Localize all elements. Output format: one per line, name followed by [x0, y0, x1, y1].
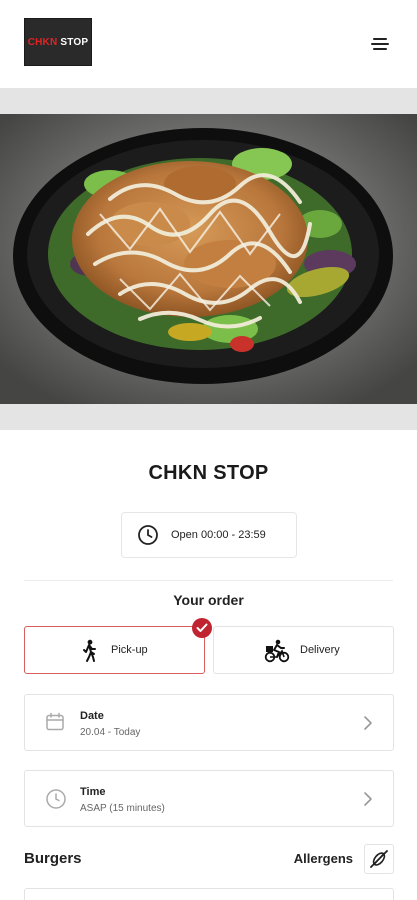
- time-value: ASAP (15 minutes): [80, 803, 165, 814]
- logo-text-chkn: CHKN: [27, 36, 58, 48]
- opening-hours-badge[interactable]: Open 00:00 - 23:59: [121, 512, 297, 558]
- app-header: CHKN STOP: [0, 0, 417, 88]
- time-label: Time: [80, 786, 106, 798]
- hero-banner: [0, 88, 417, 430]
- time-selector[interactable]: Time ASAP (15 minutes): [24, 770, 394, 827]
- clock-icon: [46, 789, 66, 809]
- brand-logo[interactable]: CHKN STOP: [24, 18, 92, 66]
- menu-item-card[interactable]: [24, 888, 394, 900]
- date-selector[interactable]: Date 20.04 - Today: [24, 694, 394, 751]
- logo-text-stop: STOP: [60, 36, 89, 48]
- salad-bowl-photo: [0, 114, 417, 404]
- menu-section-title: Burgers: [24, 850, 82, 867]
- hamburger-menu-icon[interactable]: [371, 36, 391, 52]
- clock-icon: [138, 525, 158, 545]
- bicycle-courier-icon: [264, 639, 290, 663]
- opening-hours-text: Open 00:00 - 23:59: [171, 529, 266, 541]
- walking-person-icon: [83, 639, 96, 662]
- calendar-icon: [46, 712, 64, 731]
- delivery-option-button[interactable]: Delivery: [213, 626, 394, 674]
- date-label: Date: [80, 710, 104, 722]
- pickup-label: Pick-up: [111, 644, 148, 656]
- restaurant-name: CHKN STOP: [148, 462, 269, 484]
- date-value: 20.04 - Today: [80, 727, 141, 738]
- pickup-option-button[interactable]: Pick-up: [24, 626, 205, 674]
- allergens-link[interactable]: Allergens: [294, 851, 353, 866]
- chevron-right-icon: [364, 792, 372, 806]
- selected-check-icon: [192, 618, 212, 638]
- no-allergen-icon[interactable]: [364, 844, 394, 874]
- chevron-right-icon: [364, 716, 372, 730]
- your-order-heading: Your order: [173, 592, 244, 608]
- delivery-label: Delivery: [300, 644, 340, 656]
- section-divider: [24, 580, 393, 581]
